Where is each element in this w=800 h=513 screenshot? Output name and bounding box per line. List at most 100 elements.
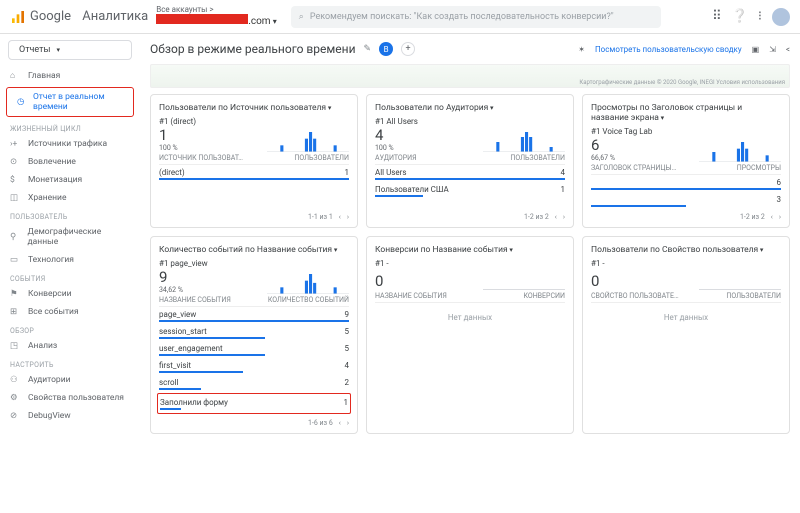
titlebar: Обзор в режиме реального времени ✎ B + ✶… [150,34,790,64]
account-switcher[interactable]: Все аккаунты > .com ▾ [156,6,277,27]
sidebar-item-realtime[interactable]: ◷Отчет в реальном времени [6,87,134,117]
card-title[interactable]: Количество событий по Название события [159,245,349,255]
sidebar-item-retention[interactable]: ◫Хранение [0,189,140,207]
acquisition-icon: ›+ [10,139,22,149]
col-a: АУДИТОРИЯ [375,154,417,162]
search-bar[interactable]: ⌕ Рекомендуем поискать: "Как создать пос… [291,6,661,28]
section-configure: НАСТРОИТЬ [0,355,140,371]
apps-icon[interactable]: ⠿ [712,9,722,24]
segment-chip[interactable]: B [379,42,393,56]
card-title[interactable]: Пользователи по Аудитория [375,103,565,113]
card: Просмотры по Заголовок страницы и назван… [582,94,790,228]
prev-page-icon[interactable]: ‹ [339,419,341,427]
card: Количество событий по Название события #1… [150,236,358,434]
properties-icon: ⚙ [10,393,22,403]
col-a: СВОЙСТВО ПОЛЬЗОВАТЕ… [591,292,679,300]
edit-title-icon[interactable]: ✎ [364,44,372,54]
share-icon[interactable]: < [786,45,790,54]
export-icon[interactable]: ⇲ [769,45,776,54]
kpi-percent: 100 % [375,144,394,152]
pager: 1-2 из 2‹› [591,209,781,221]
sidebar: Отчеты ▾ ⌂Главная ◷Отчет в реальном врем… [0,34,140,513]
help-icon[interactable]: ❔ [732,9,748,24]
debug-icon: ⊘ [10,411,22,421]
kpi-percent: 100 % [159,144,178,152]
section-lifecycle: ЖИЗНЕННЫЙ ЦИКЛ [0,119,140,135]
monetization-icon: $ [10,175,22,185]
section-user: ПОЛЬЗОВАТЕЛЬ [0,207,140,223]
sidebar-item-debugview[interactable]: ⊘DebugView [0,407,140,425]
redacted-account [156,14,248,24]
logo[interactable]: Google Аналитика [10,9,148,25]
customize-icon[interactable]: ▣ [752,45,760,54]
section-overview: ОБЗОР [0,321,140,337]
events-icon: ⊞ [10,307,22,317]
world-map[interactable]: Картографические данные © 2020 Google, I… [150,64,790,88]
demographics-icon: ⚲ [10,232,22,242]
kpi-value: 4 [375,126,394,144]
home-icon: ⌂ [10,70,22,81]
sidebar-item-analysis[interactable]: ◳Анализ [0,337,140,355]
kpi-label: #1 (direct) [159,117,349,126]
add-segment-button[interactable]: + [401,42,415,56]
audiences-icon: ⚇ [10,375,22,385]
tech-icon: ▭ [10,255,22,265]
domain-suffix: .com [248,16,270,27]
card-title[interactable]: Просмотры по Заголовок страницы и назван… [591,103,781,123]
sidebar-item-demographics[interactable]: ⚲Демографические данные [0,223,140,251]
pager: 1-6 из 6‹› [159,415,349,427]
product-name: Аналитика [82,9,148,24]
sidebar-item-user-properties[interactable]: ⚙Свойства пользователя [0,389,140,407]
prev-page-icon[interactable]: ‹ [555,213,557,221]
clock-icon: ◷ [17,97,27,107]
kpi-label: #1 - [591,259,781,268]
user-snapshot-icon: ✶ [578,45,585,54]
content: Обзор в режиме реального времени ✎ B + ✶… [140,34,800,513]
kpi-label: #1 page_view [159,259,349,268]
col-b: ПРОСМОТРЫ [737,164,781,172]
table-row[interactable]: Заполнили форму1 [160,395,348,410]
analysis-icon: ◳ [10,341,22,351]
cards-grid: Пользователи по Источник пользователя #1 … [150,94,790,434]
kpi-label: #1 - [375,259,565,268]
kpi-percent: 66,67 % [591,154,615,162]
next-page-icon[interactable]: › [779,213,781,221]
engagement-icon: ⊙ [10,157,22,167]
pager: 1-1 из 1‹› [159,209,349,221]
next-page-icon[interactable]: › [347,419,349,427]
col-b: ПОЛЬЗОВАТЕЛИ [726,292,781,300]
sidebar-item-audiences[interactable]: ⚇Аудитории [0,371,140,389]
header: Google Аналитика Все аккаунты > .com ▾ ⌕… [0,0,800,34]
page-title: Обзор в режиме реального времени [150,42,356,56]
notifications-icon[interactable]: ⁝ [758,9,762,24]
next-page-icon[interactable]: › [347,213,349,221]
card-title[interactable]: Пользователи по Свойство пользователя [591,245,781,255]
avatar[interactable] [772,8,790,26]
card-title[interactable]: Пользователи по Источник пользователя [159,103,349,113]
kpi-percent: 34,62 % [159,286,183,294]
retention-icon: ◫ [10,193,22,203]
prev-page-icon[interactable]: ‹ [771,213,773,221]
kpi-value: 6 [591,136,615,154]
search-icon: ⌕ [299,12,304,22]
kpi-value: 0 [591,272,599,290]
sidebar-item-conversions[interactable]: ⚑Конверсии [0,285,140,303]
next-page-icon[interactable]: › [563,213,565,221]
flag-icon: ⚑ [10,289,22,299]
sidebar-item-monetization[interactable]: $Монетизация [0,171,140,189]
card: Пользователи по Аудитория #1 All Users410… [366,94,574,228]
prev-page-icon[interactable]: ‹ [339,213,341,221]
reports-dropdown[interactable]: Отчеты ▾ [8,40,132,60]
no-data: Нет данных [375,303,565,332]
sidebar-item-home[interactable]: ⌂Главная [0,66,140,85]
col-a: ЗАГОЛОВОК СТРАНИЦЫ… [591,164,676,172]
col-a: НАЗВАНИЕ СОБЫТИЯ [375,292,447,300]
sidebar-item-tech[interactable]: ▭Технология [0,251,140,269]
user-snapshot-link[interactable]: Посмотреть пользовательскую сводку [595,45,742,54]
sidebar-item-engagement[interactable]: ⊙Вовлечение [0,153,140,171]
sidebar-item-all-events[interactable]: ⊞Все события [0,303,140,321]
sidebar-item-acquisition[interactable]: ›+Источники трафика [0,135,140,153]
card-title[interactable]: Конверсии по Название события [375,245,565,255]
col-b: КОЛИЧЕСТВО СОБЫТИЙ [268,296,349,304]
kpi-label: #1 All Users [375,117,565,126]
